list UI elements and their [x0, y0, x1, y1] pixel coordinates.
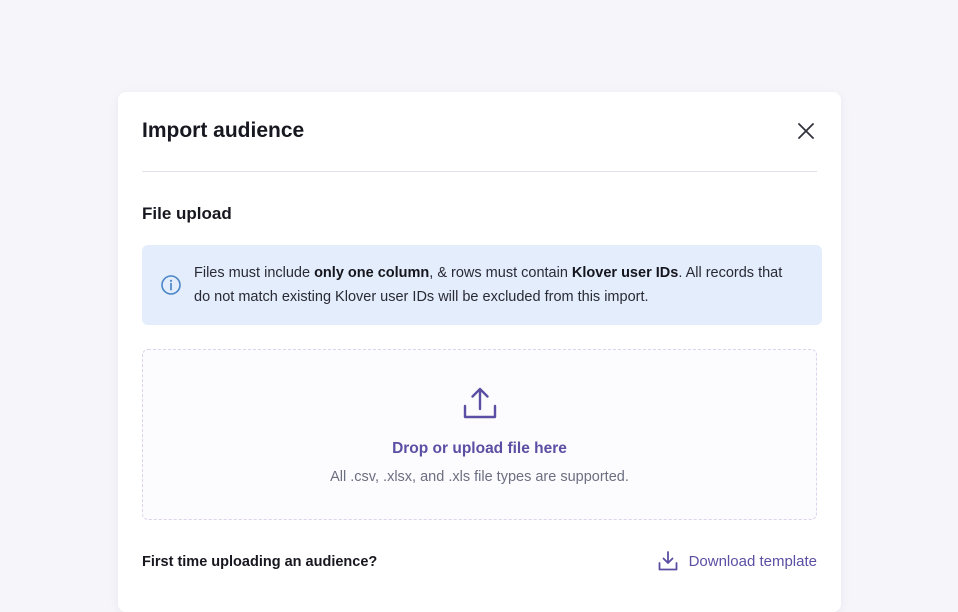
- download-icon: [658, 551, 677, 571]
- section-title: File upload: [142, 204, 232, 223]
- info-bold-one-column: only one column: [314, 265, 430, 281]
- info-banner: Files must include only one column, & ro…: [142, 245, 822, 325]
- close-button[interactable]: [795, 120, 817, 142]
- download-template-label: Download template: [688, 552, 817, 570]
- info-text-part1: Files must include: [194, 265, 315, 281]
- upload-icon: [463, 387, 496, 419]
- import-audience-modal: Import audience File upload Files must i…: [118, 92, 841, 612]
- modal-header: Import audience: [142, 92, 817, 172]
- dropzone-subtext: All .csv, .xlsx, and .xls file types are…: [330, 469, 629, 485]
- info-text-part2: , & rows must contain: [429, 265, 572, 281]
- first-time-question: First time uploading an audience?: [142, 554, 378, 570]
- info-icon: [161, 275, 181, 295]
- download-template-button[interactable]: Download template: [657, 550, 817, 572]
- file-dropzone[interactable]: Drop or upload file here All .csv, .xlsx…: [142, 349, 817, 520]
- dropzone-label: Drop or upload file here: [392, 440, 567, 457]
- info-text: Files must include only one column, & ro…: [194, 261, 802, 309]
- info-bold-klover-ids: Klover user IDs: [571, 265, 679, 281]
- close-icon: [798, 123, 814, 139]
- modal-title: Import audience: [142, 119, 305, 142]
